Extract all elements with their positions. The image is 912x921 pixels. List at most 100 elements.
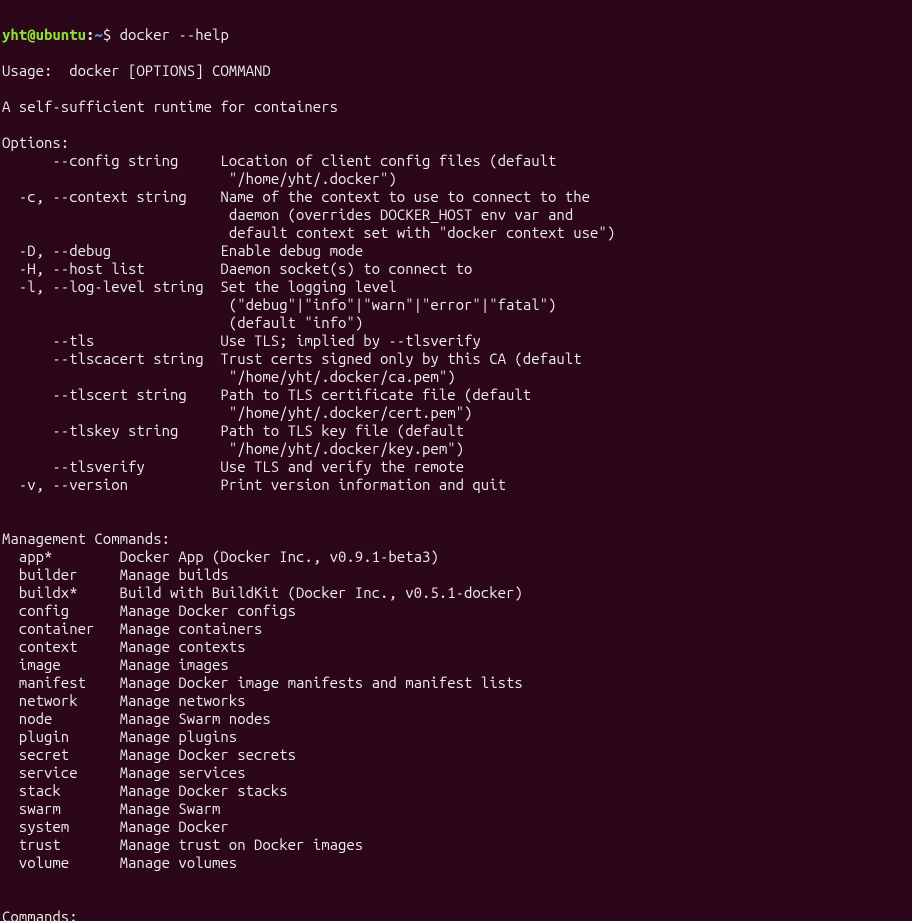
mgmt-row: image Manage images [2,656,910,674]
option-row: --tlsverify Use TLS and verify the remot… [2,458,910,476]
mgmt-row-flag: trust [2,836,120,853]
mgmt-row-flag: volume [2,854,120,871]
option-row-desc: Set the logging level [220,278,396,295]
option-row: --config string Location of client confi… [2,152,910,170]
option-row-flag: --tlskey string [2,422,220,439]
option-row-flag: --tlscert string [2,386,220,403]
mgmt-row-desc: Manage containers [120,620,263,637]
option-row: -H, --host list Daemon socket(s) to conn… [2,260,910,278]
option-row-desc: Path to TLS key file (default [220,422,464,439]
mgmt-row-flag: buildx* [2,584,120,601]
option-row-flag [2,224,229,241]
mgmt-row-desc: Manage services [120,764,246,781]
option-row: -l, --log-level string Set the logging l… [2,278,910,296]
option-row-flag [2,440,229,457]
mgmt-row-flag: plugin [2,728,120,745]
mgmt-row-desc: Build with BuildKit (Docker Inc., v0.5.1… [120,584,523,601]
option-row-desc: Trust certs signed only by this CA (defa… [220,350,581,367]
option-row-desc: Path to TLS certificate file (default [220,386,531,403]
mgmt-row-flag: service [2,764,120,781]
mgmt-row-flag: config [2,602,120,619]
mgmt-row-flag: network [2,692,120,709]
option-row: --tls Use TLS; implied by --tlsverify [2,332,910,350]
mgmt-row-flag: image [2,656,120,673]
option-row: daemon (overrides DOCKER_HOST env var an… [2,206,910,224]
mgmt-row-flag: swarm [2,800,120,817]
option-row-desc: "/home/yht/.docker") [229,170,397,187]
mgmt-row-desc: Manage trust on Docker images [120,836,364,853]
option-row-desc: Use TLS and verify the remote [220,458,464,475]
option-row: "/home/yht/.docker/ca.pem") [2,368,910,386]
option-row-flag: --tls [2,332,220,349]
commands-header: Commands: [2,908,78,921]
option-row-desc: Location of client config files (default [220,152,556,169]
option-row-flag: -H, --host list [2,260,220,277]
option-row-flag: -c, --context string [2,188,220,205]
option-row: default context set with "docker context… [2,224,910,242]
option-row-desc: ("debug"|"info"|"warn"|"error"|"fatal") [229,296,557,313]
option-row: --tlscert string Path to TLS certificate… [2,386,910,404]
description-line: A self-sufficient runtime for containers [2,98,338,115]
option-row-desc: default context set with "docker context… [229,224,615,241]
option-row-flag [2,314,229,331]
mgmt-row-desc: Manage contexts [120,638,246,655]
mgmt-row-desc: Manage Docker [120,818,229,835]
command-text: docker --help [120,26,229,43]
option-row-desc: "/home/yht/.docker/key.pem") [229,440,464,457]
options-header: Options: [2,134,69,151]
option-row-desc: "/home/yht/.docker/ca.pem") [229,368,456,385]
prompt-user: yht@ubuntu [2,26,86,43]
mgmt-row-desc: Manage Docker configs [120,602,296,619]
option-row: -D, --debug Enable debug mode [2,242,910,260]
mgmt-row-flag: secret [2,746,120,763]
mgmt-row-flag: container [2,620,120,637]
mgmt-row-desc: Manage images [120,656,229,673]
mgmt-row: swarm Manage Swarm [2,800,910,818]
option-row-flag [2,296,229,313]
mgmt-row-desc: Manage Docker secrets [120,746,296,763]
option-row-desc: "/home/yht/.docker/cert.pem") [229,404,473,421]
prompt-path: ~ [94,26,102,43]
mgmt-row: network Manage networks [2,692,910,710]
mgmt-row: node Manage Swarm nodes [2,710,910,728]
option-row-flag [2,206,229,223]
mgmt-row: buildx* Build with BuildKit (Docker Inc.… [2,584,910,602]
mgmt-row-desc: Manage networks [120,692,246,709]
option-row-flag: -l, --log-level string [2,278,220,295]
mgmt-row: secret Manage Docker secrets [2,746,910,764]
option-row-desc: Print version information and quit [220,476,506,493]
mgmt-row: system Manage Docker [2,818,910,836]
mgmt-row: context Manage contexts [2,638,910,656]
mgmt-row-flag: app* [2,548,120,565]
option-row: --tlscacert string Trust certs signed on… [2,350,910,368]
option-row: ("debug"|"info"|"warn"|"error"|"fatal") [2,296,910,314]
option-row-flag [2,404,229,421]
option-row: -c, --context string Name of the context… [2,188,910,206]
mgmt-row-flag: system [2,818,120,835]
mgmt-row: stack Manage Docker stacks [2,782,910,800]
mgmt-row-flag: builder [2,566,120,583]
usage-line: Usage: docker [OPTIONS] COMMAND [2,62,271,79]
mgmt-row: trust Manage trust on Docker images [2,836,910,854]
mgmt-row-desc: Manage volumes [120,854,238,871]
mgmt-row-flag: stack [2,782,120,799]
option-row-flag [2,368,229,385]
option-row-desc: Name of the context to use to connect to… [220,188,590,205]
mgmt-row: service Manage services [2,764,910,782]
mgmt-row: volume Manage volumes [2,854,910,872]
mgmt-row-desc: Docker App (Docker Inc., v0.9.1-beta3) [120,548,439,565]
option-row-desc: Use TLS; implied by --tlsverify [220,332,480,349]
mgmt-row-flag: context [2,638,120,655]
mgmt-row-desc: Manage Docker stacks [120,782,288,799]
mgmt-row-desc: Manage Swarm [120,800,221,817]
prompt-symbol: $ [103,26,120,43]
terminal-window[interactable]: yht@ubuntu:~$ docker --help Usage: docke… [0,0,912,921]
option-row-desc: Enable debug mode [220,242,363,259]
mgmt-row-flag: manifest [2,674,120,691]
option-row-flag: -D, --debug [2,242,220,259]
option-row-desc: Daemon socket(s) to connect to [220,260,472,277]
option-row-flag [2,170,229,187]
mgmt-row-desc: Manage Swarm nodes [120,710,271,727]
option-row: -v, --version Print version information … [2,476,910,494]
mgmt-row: plugin Manage plugins [2,728,910,746]
